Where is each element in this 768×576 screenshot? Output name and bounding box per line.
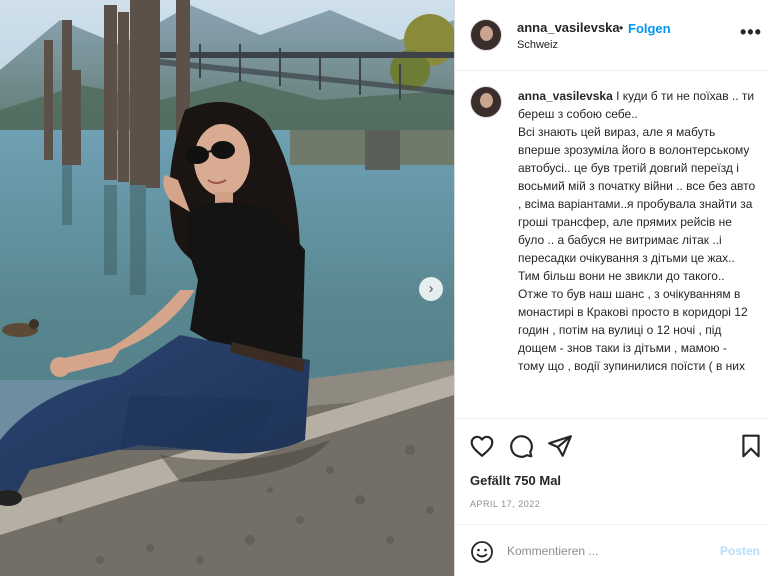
avatar[interactable]: [470, 19, 502, 51]
bookmark-icon[interactable]: [738, 433, 764, 459]
smiley-icon[interactable]: [470, 540, 494, 564]
comment-bar: Posten: [455, 524, 768, 576]
caption-avatar[interactable]: [470, 86, 502, 118]
post-comment-button[interactable]: Posten: [720, 544, 760, 558]
heart-icon[interactable]: [469, 433, 495, 459]
paper-plane-icon[interactable]: [547, 433, 573, 459]
caption-line-3: Отже то був наш шанс , з очікуванням в м…: [518, 287, 748, 373]
photo-illustration: [0, 0, 454, 576]
more-options-icon[interactable]: •••: [740, 22, 762, 43]
follow-button[interactable]: Folgen: [628, 21, 671, 36]
likes-count[interactable]: Gefällt 750 Mal: [470, 473, 561, 488]
post-actions: [455, 418, 768, 472]
comment-icon[interactable]: [508, 433, 534, 459]
post-header: anna_vasilevska • Folgen Schweiz •••: [455, 0, 768, 71]
carousel-next-button[interactable]: ›: [419, 277, 443, 301]
caption-line-2: Всі знають цей вираз, але я мабуть вперш…: [518, 125, 756, 283]
caption-username[interactable]: anna_vasilevska: [518, 89, 613, 103]
post-caption: anna_vasilevska І куди б ти не поїхав ..…: [518, 87, 756, 375]
post-date[interactable]: APRIL 17, 2022: [470, 499, 540, 509]
comment-input[interactable]: [507, 541, 707, 561]
separator-dot: •: [619, 21, 624, 35]
caption-area: anna_vasilevska І куди б ти не поїхав ..…: [455, 72, 768, 418]
caption-first-line: anna_vasilevska І куди б ти не поїхав ..…: [518, 87, 756, 123]
location-link[interactable]: Schweiz: [517, 39, 558, 51]
post-photo[interactable]: ›: [0, 0, 454, 576]
chevron-right-icon: ›: [428, 279, 434, 297]
post-details-panel: anna_vasilevska • Folgen Schweiz ••• ann…: [454, 0, 768, 576]
header-username[interactable]: anna_vasilevska: [517, 20, 620, 35]
